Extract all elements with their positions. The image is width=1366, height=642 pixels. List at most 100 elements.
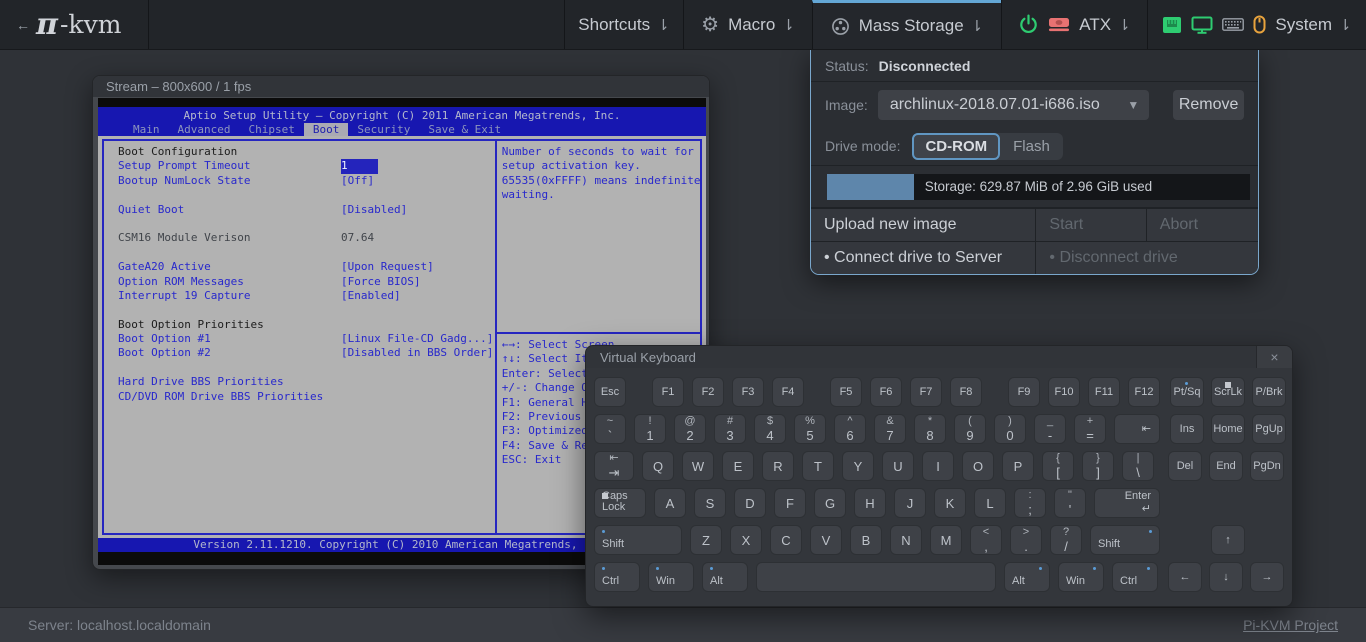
key-period[interactable]: >.: [1010, 525, 1042, 555]
key-backspace[interactable]: ⇤: [1114, 414, 1160, 444]
nav-item-shortcuts[interactable]: Shortcuts ⇂: [564, 0, 683, 49]
key-g[interactable]: G: [814, 488, 846, 518]
key-slash[interactable]: ?/: [1050, 525, 1082, 555]
key-alt-right[interactable]: Alt: [1004, 562, 1050, 592]
key-0[interactable]: )0: [994, 414, 1026, 444]
nav-item-macro[interactable]: ⚙ Macro ⇂: [683, 0, 812, 49]
project-link[interactable]: Pi-KVM Project: [1243, 617, 1338, 633]
key-t[interactable]: T: [802, 451, 834, 481]
key-k[interactable]: K: [934, 488, 966, 518]
key-7[interactable]: &7: [874, 414, 906, 444]
key-b[interactable]: B: [850, 525, 882, 555]
key-p[interactable]: P: [1002, 451, 1034, 481]
key-f3[interactable]: F3: [732, 377, 764, 407]
key-esc[interactable]: Esc: [594, 377, 626, 407]
key-d[interactable]: D: [734, 488, 766, 518]
key-f1[interactable]: F1: [652, 377, 684, 407]
key-f5[interactable]: F5: [830, 377, 862, 407]
key-alt-left[interactable]: Alt: [702, 562, 748, 592]
key-f6[interactable]: F6: [870, 377, 902, 407]
key-comma[interactable]: <,: [970, 525, 1002, 555]
key-x[interactable]: X: [730, 525, 762, 555]
key-m[interactable]: M: [930, 525, 962, 555]
key-ctrl-left[interactable]: Ctrl: [594, 562, 640, 592]
connect-drive-button[interactable]: • Connect drive to Server: [811, 242, 1035, 274]
key-q[interactable]: Q: [642, 451, 674, 481]
key-2[interactable]: @2: [674, 414, 706, 444]
virtual-keyboard-titlebar[interactable]: Virtual Keyboard ×: [586, 346, 1292, 368]
key-page-down[interactable]: PgDn: [1250, 451, 1284, 481]
key-4[interactable]: $4: [754, 414, 786, 444]
key-delete[interactable]: Del: [1168, 451, 1202, 481]
key-backtick[interactable]: ~`: [594, 414, 626, 444]
key-bracket-close[interactable]: }]: [1082, 451, 1114, 481]
key-shift-left[interactable]: Shift: [594, 525, 682, 555]
key-tab[interactable]: ⇤⇥: [594, 451, 634, 481]
upload-new-image-button[interactable]: Upload new image: [811, 209, 1035, 241]
key-bracket-open[interactable]: {[: [1042, 451, 1074, 481]
nav-item-system[interactable]: System ⇂: [1147, 0, 1366, 49]
key-caps-lock[interactable]: Caps Lock: [594, 488, 646, 518]
key-n[interactable]: N: [890, 525, 922, 555]
key-insert[interactable]: Ins: [1170, 414, 1204, 444]
close-icon[interactable]: ×: [1256, 346, 1292, 368]
key-8[interactable]: *8: [914, 414, 946, 444]
key-ctrl-right[interactable]: Ctrl: [1112, 562, 1158, 592]
key-f2[interactable]: F2: [692, 377, 724, 407]
mode-flash-button[interactable]: Flash: [1000, 133, 1063, 160]
key-home[interactable]: Home: [1211, 414, 1245, 444]
key-scroll-lock[interactable]: ScrLk: [1211, 377, 1245, 407]
key-arrow-up[interactable]: ↑: [1211, 525, 1245, 555]
key-print-screen[interactable]: Pt/Sq: [1170, 377, 1204, 407]
start-button[interactable]: Start: [1035, 209, 1145, 241]
nav-item-atx[interactable]: ATX ⇂: [1001, 0, 1147, 49]
key-win-right[interactable]: Win: [1058, 562, 1104, 592]
key-space[interactable]: [756, 562, 996, 592]
key-pause-break[interactable]: P/Brk: [1252, 377, 1286, 407]
key-win-left[interactable]: Win: [648, 562, 694, 592]
key-1[interactable]: !1: [634, 414, 666, 444]
key-z[interactable]: Z: [690, 525, 722, 555]
key-v[interactable]: V: [810, 525, 842, 555]
key-u[interactable]: U: [882, 451, 914, 481]
key-f9[interactable]: F9: [1008, 377, 1040, 407]
key-h[interactable]: H: [854, 488, 886, 518]
key-end[interactable]: End: [1209, 451, 1243, 481]
key-y[interactable]: Y: [842, 451, 874, 481]
key-l[interactable]: L: [974, 488, 1006, 518]
nav-item-mass-storage[interactable]: Mass Storage ⇂: [812, 0, 1001, 49]
logo[interactable]: ← π -kvm: [0, 0, 148, 49]
key-r[interactable]: R: [762, 451, 794, 481]
abort-button[interactable]: Abort: [1146, 209, 1258, 241]
key-i[interactable]: I: [922, 451, 954, 481]
key-6[interactable]: ^6: [834, 414, 866, 444]
mode-cdrom-button[interactable]: CD-ROM: [912, 133, 1000, 160]
disconnect-drive-button[interactable]: • Disconnect drive: [1035, 242, 1258, 274]
key-f4[interactable]: F4: [772, 377, 804, 407]
key-arrow-right[interactable]: →: [1250, 562, 1284, 592]
key-o[interactable]: O: [962, 451, 994, 481]
key-f10[interactable]: F10: [1048, 377, 1080, 407]
stream-window-titlebar[interactable]: Stream – 800x600 / 1 fps: [93, 76, 709, 97]
key-j[interactable]: J: [894, 488, 926, 518]
key-a[interactable]: A: [654, 488, 686, 518]
key-semicolon[interactable]: :;: [1014, 488, 1046, 518]
key-arrow-left[interactable]: ←: [1168, 562, 1202, 592]
key-s[interactable]: S: [694, 488, 726, 518]
key-f11[interactable]: F11: [1088, 377, 1120, 407]
remove-button[interactable]: Remove: [1173, 90, 1244, 120]
key-enter[interactable]: Enter↵: [1094, 488, 1160, 518]
key-quote[interactable]: "': [1054, 488, 1086, 518]
key-e[interactable]: E: [722, 451, 754, 481]
key-minus[interactable]: _-: [1034, 414, 1066, 444]
key-f7[interactable]: F7: [910, 377, 942, 407]
key-3[interactable]: #3: [714, 414, 746, 444]
key-equals[interactable]: +=: [1074, 414, 1106, 444]
key-f12[interactable]: F12: [1128, 377, 1160, 407]
key-9[interactable]: (9: [954, 414, 986, 444]
key-arrow-down[interactable]: ↓: [1209, 562, 1243, 592]
key-5[interactable]: %5: [794, 414, 826, 444]
key-f[interactable]: F: [774, 488, 806, 518]
image-select[interactable]: archlinux-2018.07.01-i686.iso ▼: [878, 90, 1149, 120]
key-c[interactable]: C: [770, 525, 802, 555]
